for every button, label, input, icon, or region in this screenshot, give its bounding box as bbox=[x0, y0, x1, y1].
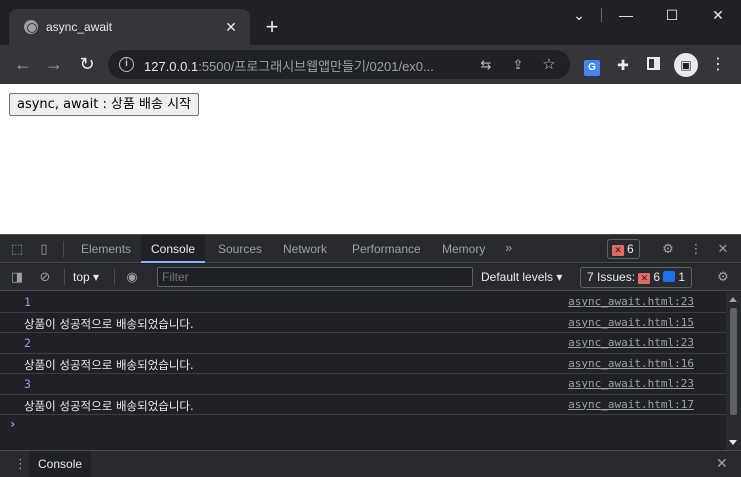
start-delivery-button[interactable]: async, await : 상품 배송 시작 bbox=[9, 93, 200, 116]
reload-icon[interactable]: ↻ bbox=[74, 51, 100, 77]
forward-arrow-icon[interactable]: → bbox=[41, 51, 67, 77]
tab-memory[interactable]: Memory bbox=[432, 235, 495, 263]
scroll-up-arrow-icon[interactable] bbox=[729, 297, 737, 302]
info-message-icon bbox=[663, 271, 676, 282]
url-text[interactable]: 127.0.0.1:5500/프로그래시브웹앱만들기/0201/ex0... bbox=[144, 56, 434, 75]
source-link[interactable]: async_await.html:15 bbox=[568, 316, 694, 329]
issues-error-count: 6 bbox=[653, 270, 661, 284]
title-bar: async_await ✕ + ⌄ — ☐ ✕ bbox=[0, 0, 741, 45]
back-arrow-icon[interactable]: ← bbox=[10, 51, 36, 77]
error-icon: ✕ bbox=[612, 245, 624, 256]
tab-console[interactable]: Console bbox=[141, 235, 206, 263]
window-separator bbox=[601, 8, 602, 22]
scroll-down-arrow-icon[interactable] bbox=[729, 440, 737, 445]
close-icon[interactable]: ✕ bbox=[222, 18, 240, 36]
extensions-puzzle-icon[interactable]: ✚ bbox=[613, 55, 633, 75]
share-icon[interactable]: ⇪ bbox=[509, 56, 527, 74]
maximize-button[interactable]: ☐ bbox=[649, 0, 695, 30]
profile-avatar-icon[interactable]: ▣ bbox=[674, 53, 698, 77]
tab-network[interactable]: Network bbox=[273, 235, 337, 263]
close-devtools-icon[interactable]: ✕ bbox=[714, 240, 732, 258]
kebab-menu-icon[interactable]: ⋮ bbox=[708, 55, 728, 75]
more-tabs-icon[interactable]: » bbox=[505, 240, 512, 255]
tab-sources[interactable]: Sources bbox=[208, 235, 272, 263]
console-prompt[interactable]: › bbox=[9, 417, 16, 431]
issues-info-count: 1 bbox=[678, 270, 686, 284]
live-expression-eye-icon[interactable]: ◉ bbox=[123, 268, 141, 286]
console-message-row: 상품이 성공적으로 배송되었습니다. async_await.html:15 bbox=[0, 313, 726, 333]
side-panel-icon[interactable] bbox=[643, 55, 663, 75]
minimize-button[interactable]: — bbox=[603, 0, 649, 30]
error-count: 6 bbox=[627, 242, 634, 256]
console-scrollbar[interactable] bbox=[726, 292, 741, 450]
error-icon: ✕ bbox=[638, 273, 651, 284]
star-icon[interactable]: ☆ bbox=[540, 56, 558, 74]
devtools-drawer: ⋮ Console ✕ bbox=[0, 450, 741, 477]
separator bbox=[64, 269, 65, 285]
context-selector[interactable]: top ▾ bbox=[73, 270, 99, 284]
gear-icon[interactable]: ⚙ bbox=[659, 240, 677, 258]
inspect-element-icon[interactable]: ⬚ bbox=[8, 240, 26, 258]
devtools-menu-icon[interactable]: ⋮ bbox=[687, 240, 705, 258]
source-link[interactable]: async_await.html:16 bbox=[568, 357, 694, 370]
drawer-menu-icon[interactable]: ⋮ bbox=[14, 456, 27, 472]
console-message-row: 상품이 성공적으로 배송되었습니다. async_await.html:16 bbox=[0, 354, 726, 374]
browser-toolbar: ← → ↻ i 127.0.0.1:5500/프로그래시브웹앱만들기/0201/… bbox=[0, 45, 741, 84]
tab-elements[interactable]: Elements bbox=[71, 235, 141, 263]
new-tab-button[interactable]: + bbox=[260, 16, 284, 40]
source-link[interactable]: async_await.html:23 bbox=[568, 336, 694, 349]
console-message-text: 상품이 성공적으로 배송되었습니다. bbox=[24, 357, 194, 372]
info-icon[interactable]: i bbox=[119, 57, 134, 72]
console-output: 1 async_await.html:23 상품이 성공적으로 배송되었습니다.… bbox=[0, 292, 726, 450]
devtools-tab-bar: ⬚ ▯ Elements Console Sources Network Per… bbox=[0, 235, 741, 263]
google-translate-icon[interactable]: G bbox=[582, 55, 602, 76]
issues-counter[interactable]: 7 Issues: ✕ 6 1 bbox=[580, 267, 693, 288]
chevron-down-icon[interactable]: ⌄ bbox=[556, 0, 602, 30]
console-message-text: 상품이 성공적으로 배송되었습니다. bbox=[24, 316, 194, 331]
source-link[interactable]: async_await.html:23 bbox=[568, 295, 694, 308]
console-message-row: 3 async_await.html:23 bbox=[0, 374, 726, 395]
console-filter-bar: ◨ ⊘ top ▾ ◉ Default levels ▾ 7 Issues: ✕… bbox=[0, 264, 741, 291]
separator bbox=[63, 241, 64, 257]
console-sidebar-icon[interactable]: ◨ bbox=[8, 268, 26, 286]
tab-title: async_await bbox=[46, 20, 113, 34]
scrollbar-thumb[interactable] bbox=[730, 308, 737, 415]
console-settings-gear-icon[interactable]: ⚙ bbox=[714, 268, 732, 286]
drawer-tab-console[interactable]: Console bbox=[29, 451, 92, 477]
translate-icon[interactable]: ⇆ bbox=[477, 56, 495, 74]
device-toolbar-icon[interactable]: ▯ bbox=[35, 240, 53, 258]
error-count-badge[interactable]: ✕ 6 bbox=[607, 239, 640, 259]
devtools-panel: ⬚ ▯ Elements Console Sources Network Per… bbox=[0, 234, 741, 477]
globe-icon bbox=[24, 20, 38, 34]
console-message-text: 2 bbox=[24, 336, 31, 350]
console-message-row: 2 async_await.html:23 bbox=[0, 333, 726, 354]
issues-label: 7 Issues: bbox=[587, 270, 636, 284]
log-levels-dropdown[interactable]: Default levels ▾ bbox=[481, 270, 562, 284]
page-viewport: async, await : 상품 배송 시작 bbox=[0, 84, 741, 234]
console-filter-input[interactable] bbox=[157, 267, 473, 287]
console-message-text: 상품이 성공적으로 배송되었습니다. bbox=[24, 398, 194, 413]
clear-console-icon[interactable]: ⊘ bbox=[36, 268, 54, 286]
address-bar[interactable]: i 127.0.0.1:5500/프로그래시브웹앱만들기/0201/ex0...… bbox=[108, 50, 570, 79]
console-message-row: 1 async_await.html:23 bbox=[0, 292, 726, 313]
separator bbox=[114, 269, 115, 285]
url-path: :5500/프로그래시브웹앱만들기/0201/ex0... bbox=[198, 59, 434, 74]
source-link[interactable]: async_await.html:23 bbox=[568, 377, 694, 390]
console-message-text: 1 bbox=[24, 295, 31, 309]
console-message-text: 3 bbox=[24, 377, 31, 391]
console-message-row: 상품이 성공적으로 배송되었습니다. async_await.html:17 bbox=[0, 395, 726, 415]
close-drawer-icon[interactable]: ✕ bbox=[716, 455, 728, 472]
url-host: 127.0.0.1 bbox=[144, 59, 199, 74]
browser-tab[interactable]: async_await ✕ bbox=[9, 9, 250, 45]
source-link[interactable]: async_await.html:17 bbox=[568, 398, 694, 411]
tab-performance[interactable]: Performance bbox=[342, 235, 431, 263]
window-close-button[interactable]: ✕ bbox=[695, 0, 741, 30]
